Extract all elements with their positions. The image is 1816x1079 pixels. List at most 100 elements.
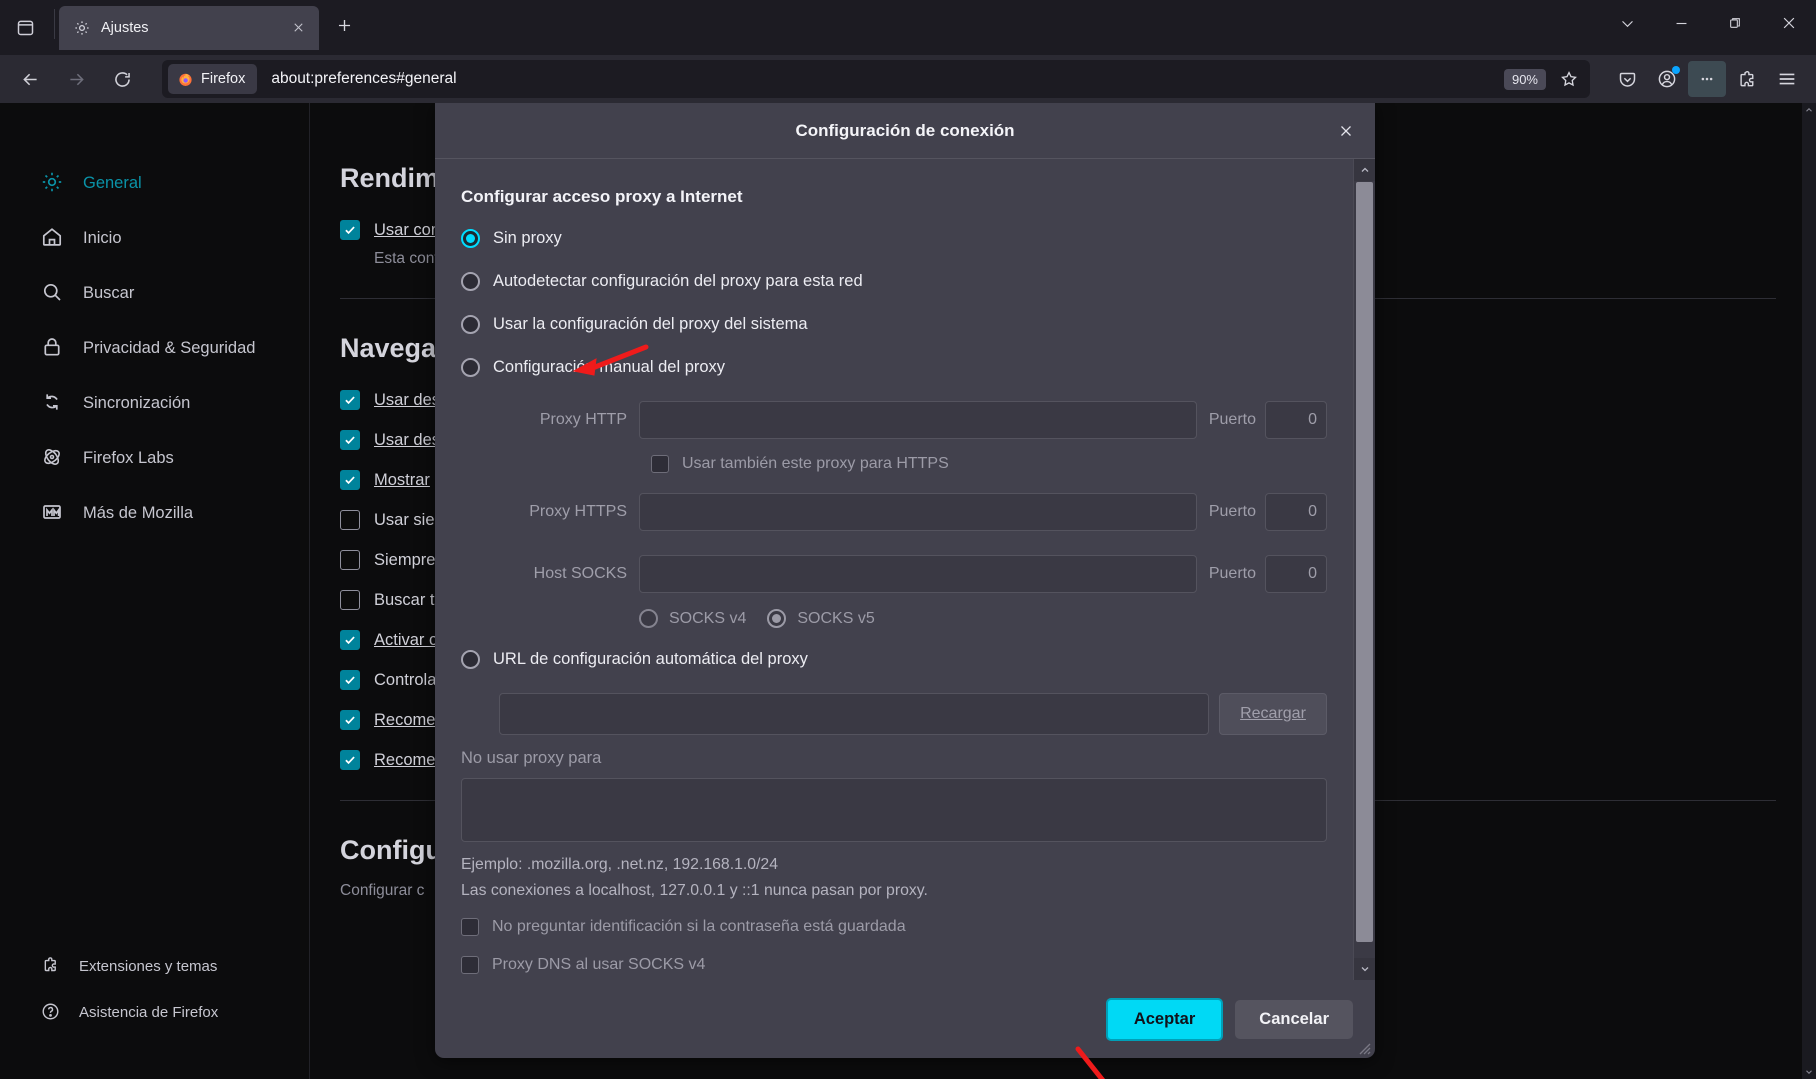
close-icon[interactable] bbox=[1762, 0, 1816, 46]
radio-label: URL de configuración automática del prox… bbox=[493, 650, 808, 668]
radio-label: Sin proxy bbox=[493, 229, 562, 247]
preferences-page: General Inicio Buscar Privacidad & Segur… bbox=[0, 103, 1816, 1079]
socks-v4-label: SOCKS v4 bbox=[669, 609, 747, 627]
field-row-http: Proxy HTTP Puerto 0 bbox=[461, 401, 1327, 439]
account-notification-dot bbox=[1672, 66, 1680, 74]
back-arrow-icon[interactable] bbox=[10, 61, 50, 97]
checkbox[interactable] bbox=[461, 956, 479, 974]
checkbox-row-no-preguntar[interactable]: No preguntar identificación si la contra… bbox=[461, 918, 1327, 936]
reload-icon[interactable] bbox=[102, 61, 142, 97]
checkbox-label: Usar también este proxy para HTTPS bbox=[682, 455, 949, 472]
radio-button[interactable] bbox=[461, 315, 480, 334]
socks-host-label: Host SOCKS bbox=[533, 565, 627, 582]
radio-row-proxy-sistema[interactable]: Usar la configuración del proxy del sist… bbox=[461, 315, 1327, 334]
radio-label: Autodetectar configuración del proxy par… bbox=[493, 272, 863, 290]
checkbox[interactable] bbox=[651, 455, 669, 473]
http-port-label: Puerto bbox=[1208, 411, 1256, 428]
close-icon[interactable] bbox=[287, 17, 309, 39]
connection-settings-dialog: Configuración de conexión Configurar acc… bbox=[435, 103, 1375, 1058]
accept-button[interactable]: Aceptar bbox=[1105, 997, 1224, 1041]
url-bar[interactable]: Firefox about:preferences#general 90% bbox=[162, 60, 1590, 98]
http-proxy-label: Proxy HTTP bbox=[539, 411, 627, 428]
radio-row-sin-proxy[interactable]: Sin proxy bbox=[461, 229, 1327, 248]
localhost-note: Las conexiones a localhost, 127.0.0.1 y … bbox=[461, 882, 928, 899]
radio-button[interactable] bbox=[461, 272, 480, 291]
dialog-section-heading: Configurar acceso proxy a Internet bbox=[461, 187, 743, 206]
resize-grip[interactable] bbox=[1355, 1039, 1371, 1055]
chevron-down-icon[interactable] bbox=[1353, 958, 1375, 980]
new-tab-button[interactable] bbox=[327, 8, 361, 42]
zoom-level-badge[interactable]: 90% bbox=[1503, 68, 1546, 90]
radio-button[interactable] bbox=[461, 358, 480, 377]
radio-row-pac-url[interactable]: URL de configuración automática del prox… bbox=[461, 650, 1327, 669]
radio-label: Configuración manual del proxy bbox=[493, 358, 726, 376]
socks-version-group: SOCKS v4 SOCKS v5 bbox=[639, 609, 1327, 628]
tabbar-divider bbox=[54, 8, 55, 39]
https-port-input[interactable]: 0 bbox=[1265, 493, 1327, 531]
socks-port-input[interactable]: 0 bbox=[1265, 555, 1327, 593]
reload-pac-button[interactable]: Recargar bbox=[1219, 693, 1327, 735]
dialog-scroll-area: Configurar acceso proxy a Internet Sin p… bbox=[435, 159, 1353, 980]
radio-button[interactable] bbox=[461, 650, 480, 669]
dialog-titlebar: Configuración de conexión bbox=[435, 103, 1375, 159]
https-proxy-input[interactable] bbox=[639, 493, 1197, 531]
socks-v5-label: SOCKS v5 bbox=[797, 609, 875, 627]
window-controls bbox=[1600, 0, 1816, 46]
reload-pac-label: Recargar bbox=[1240, 705, 1306, 722]
scrollbar-thumb[interactable] bbox=[1356, 182, 1373, 942]
https-port-label: Puerto bbox=[1208, 503, 1256, 520]
field-row-https: Proxy HTTPS Puerto 0 bbox=[461, 493, 1327, 531]
app-menu-icon[interactable] bbox=[1768, 61, 1806, 97]
more-tools-icon[interactable] bbox=[1688, 61, 1726, 97]
checkbox-label: Proxy DNS al usar SOCKS v4 bbox=[492, 956, 706, 973]
socks-port-label: Puerto bbox=[1208, 565, 1256, 582]
radio-row-autodetectar[interactable]: Autodetectar configuración del proxy par… bbox=[461, 272, 1327, 291]
tabbar-left: Ajustes bbox=[0, 0, 361, 55]
checkbox-label: No preguntar identificación si la contra… bbox=[492, 918, 906, 935]
identity-label: Firefox bbox=[201, 71, 246, 87]
no-proxy-label: No usar proxy para bbox=[461, 749, 602, 767]
star-icon[interactable] bbox=[1554, 64, 1584, 94]
navigation-toolbar: Firefox about:preferences#general 90% bbox=[0, 55, 1816, 103]
radio-button[interactable] bbox=[461, 229, 480, 248]
toolbar-buttons bbox=[1600, 61, 1806, 97]
pac-url-row: Recargar bbox=[499, 693, 1327, 735]
browser-tab[interactable]: Ajustes bbox=[59, 5, 319, 50]
restore-icon[interactable] bbox=[1708, 0, 1762, 46]
gear-icon bbox=[73, 19, 91, 37]
url-text[interactable]: about:preferences#general bbox=[271, 70, 1504, 88]
pocket-icon[interactable] bbox=[1608, 61, 1646, 97]
example-note: Ejemplo: .mozilla.org, .net.nz, 192.168.… bbox=[461, 856, 779, 873]
http-port-input[interactable]: 0 bbox=[1265, 401, 1327, 439]
firefox-view-icon[interactable] bbox=[2, 5, 48, 51]
checkbox-row-proxy-dns-socks-v4[interactable]: Proxy DNS al usar SOCKS v4 bbox=[461, 956, 1327, 974]
identity-chip[interactable]: Firefox bbox=[168, 64, 258, 94]
radio-button-socks-v4[interactable] bbox=[639, 609, 658, 628]
browser-titlebar: Ajustes bbox=[0, 0, 1816, 55]
radio-row-configuracion-manual[interactable]: Configuración manual del proxy bbox=[461, 358, 1327, 377]
firefox-logo-icon bbox=[177, 71, 194, 88]
account-icon[interactable] bbox=[1648, 61, 1686, 97]
modal-overlay: Configuración de conexión Configurar acc… bbox=[0, 103, 1816, 1079]
pac-url-input[interactable] bbox=[499, 693, 1209, 735]
dialog-footer: Aceptar Cancelar bbox=[435, 980, 1375, 1058]
cancel-button[interactable]: Cancelar bbox=[1235, 999, 1353, 1039]
minimize-icon[interactable] bbox=[1654, 0, 1708, 46]
extensions-icon[interactable] bbox=[1728, 61, 1766, 97]
chevron-up-icon[interactable] bbox=[1353, 159, 1375, 181]
close-icon[interactable] bbox=[1331, 116, 1361, 146]
forward-arrow-icon[interactable] bbox=[56, 61, 96, 97]
dialog-body: Configurar acceso proxy a Internet Sin p… bbox=[435, 159, 1375, 980]
checkbox[interactable] bbox=[461, 918, 479, 936]
dialog-title: Configuración de conexión bbox=[795, 120, 1015, 140]
http-proxy-input[interactable] bbox=[639, 401, 1197, 439]
checkbox-row-https-tambien[interactable]: Usar también este proxy para HTTPS bbox=[651, 455, 1327, 473]
radio-label: Usar la configuración del proxy del sist… bbox=[493, 315, 808, 333]
radio-button-socks-v5[interactable] bbox=[767, 609, 787, 628]
chevron-down-icon[interactable] bbox=[1600, 0, 1654, 46]
https-proxy-label: Proxy HTTPS bbox=[529, 503, 627, 520]
no-proxy-textarea[interactable] bbox=[461, 778, 1327, 842]
dialog-scrollbar[interactable] bbox=[1353, 159, 1375, 980]
socks-host-input[interactable] bbox=[639, 555, 1197, 593]
field-row-socks: Host SOCKS Puerto 0 bbox=[461, 555, 1327, 593]
